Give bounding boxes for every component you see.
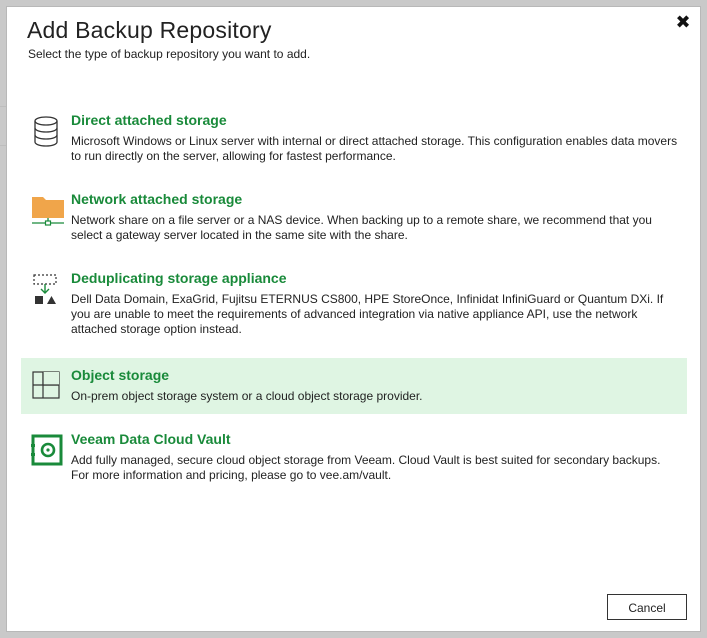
dialog-subtitle: Select the type of backup repository you… bbox=[28, 47, 311, 61]
close-icon[interactable]: ✖ bbox=[674, 13, 692, 31]
option-title: Deduplicating storage appliance bbox=[71, 270, 287, 286]
option-description: On-prem object storage system or a cloud… bbox=[71, 389, 423, 403]
object-storage-icon bbox=[31, 370, 61, 400]
option-direct-attached-storage[interactable]: Direct attached storage Microsoft Window… bbox=[21, 103, 687, 182]
vault-icon bbox=[31, 434, 63, 466]
option-description: Add fully managed, secure cloud object s… bbox=[71, 453, 661, 482]
option-title: Network attached storage bbox=[71, 191, 243, 207]
database-icon bbox=[31, 115, 61, 147]
option-title: Direct attached storage bbox=[71, 112, 227, 128]
network-folder-icon bbox=[31, 194, 64, 226]
option-veeam-data-cloud-vault[interactable]: Veeam Data Cloud Vault Add fully managed… bbox=[21, 422, 687, 492]
option-deduplicating-storage-appliance[interactable]: Deduplicating storage appliance Dell Dat… bbox=[21, 261, 687, 356]
cancel-button[interactable]: Cancel bbox=[607, 594, 687, 620]
repository-type-list: Direct attached storage Microsoft Window… bbox=[21, 103, 687, 492]
option-title: Object storage bbox=[71, 367, 170, 383]
deduplication-icon bbox=[31, 273, 61, 304]
option-title: Veeam Data Cloud Vault bbox=[71, 431, 231, 447]
option-description: Network share on a file server or a NAS … bbox=[71, 213, 652, 242]
dialog-title: Add Backup Repository bbox=[27, 17, 272, 43]
option-object-storage[interactable]: Object storage On-prem object storage sy… bbox=[21, 358, 687, 414]
option-description: Microsoft Windows or Linux server with i… bbox=[71, 134, 678, 163]
option-description: Dell Data Domain, ExaGrid, Fujitsu ETERN… bbox=[71, 292, 664, 336]
option-network-attached-storage[interactable]: Network attached storage Network share o… bbox=[21, 182, 687, 261]
add-backup-repository-dialog: ✖ Add Backup Repository Select the type … bbox=[6, 6, 701, 632]
